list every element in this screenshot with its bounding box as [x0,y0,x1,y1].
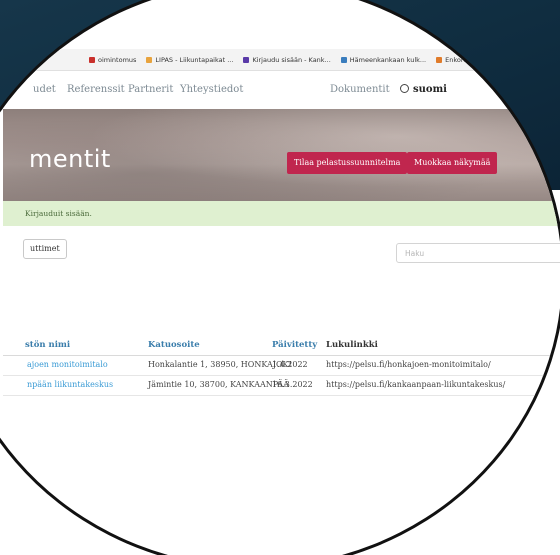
read-link-cell: https://pelsu.fi/kankaanpaan-liikuntakes… [326,380,506,389]
table-header: stön nimi Katuosoite Päivitetty Lukulink… [3,336,560,356]
bookmark-icon [436,56,443,63]
search-input[interactable] [396,243,560,263]
site-navbar: udet Referenssit Partnerit Yhteystiedot … [3,71,560,109]
browser-content: oimintomus LIPAS - Liikuntapaikat ... Ki… [3,3,560,555]
updated-cell: 1.4.2022 [272,360,308,369]
address-cell: Jämintie 10, 38700, KANKAANPÄÄ [148,380,289,389]
globe-icon [400,84,409,93]
read-link-cell: https://pelsu.fi/honkajoen-monitoimitalo… [326,360,491,369]
bookmark-item[interactable]: Enkora asiakasp [436,56,498,64]
bookmark-icon [146,56,153,63]
edit-view-button[interactable]: Muokkaa näkymää [407,152,498,174]
nav-item-documents[interactable]: Dokumentit [330,84,390,95]
column-header-link: Lukulinkki [326,340,378,350]
nav-item-partners[interactable]: Partnerit [128,84,173,95]
bookmark-icon [243,56,250,63]
bookmark-item[interactable]: Hämeenkankaan kulk... [340,56,426,64]
success-alert: Kirjauduit sisään. [3,201,560,226]
table-row: ajoen monitoimitalo Honkalantie 1, 38950… [3,356,560,376]
order-rescue-plan-button[interactable]: Tilaa pelastussuunnitelma [287,152,408,174]
page-title: mentit [29,145,111,173]
hero-banner: mentit Tilaa pelastussuunnitelma Muokkaa… [3,109,560,201]
building-name-link[interactable]: ajoen monitoimitalo [27,360,108,369]
bookmark-item[interactable]: Kirjaudu sisään - Kank... [243,56,331,64]
column-header-name[interactable]: stön nimi [25,340,70,350]
magnifier-lens: oimintomus LIPAS - Liikuntapaikat ... Ki… [0,0,560,555]
updated-cell: 16.3.2022 [272,380,313,389]
nav-item-news[interactable]: udet [33,84,56,95]
language-selector[interactable]: suomi [400,84,447,95]
column-header-updated[interactable]: Päivitetty [272,340,317,350]
filter-button[interactable]: uttimet [23,239,67,259]
nav-item-references[interactable]: Referenssit [67,84,125,95]
address-cell: Honkalantie 1, 38950, HONKAJOKI [148,360,292,369]
bookmark-icon [340,56,347,63]
bookmark-icon [89,56,95,63]
bookmarks-bar: oimintomus LIPAS - Liikuntapaikat ... Ki… [3,49,560,71]
bookmark-item[interactable]: oimintomus [89,56,136,64]
table-row: npään liikuntakeskus Jämintie 10, 38700,… [3,376,560,396]
column-header-address[interactable]: Katuosoite [148,340,200,350]
screenshot-stage: oimintomus LIPAS - Liikuntapaikat ... Ki… [0,0,560,555]
bookmark-item[interactable]: LIPAS - Liikuntapaikat ... [146,56,233,64]
nav-item-contact[interactable]: Yhteystiedot [180,84,243,95]
building-name-link[interactable]: npään liikuntakeskus [27,380,113,389]
